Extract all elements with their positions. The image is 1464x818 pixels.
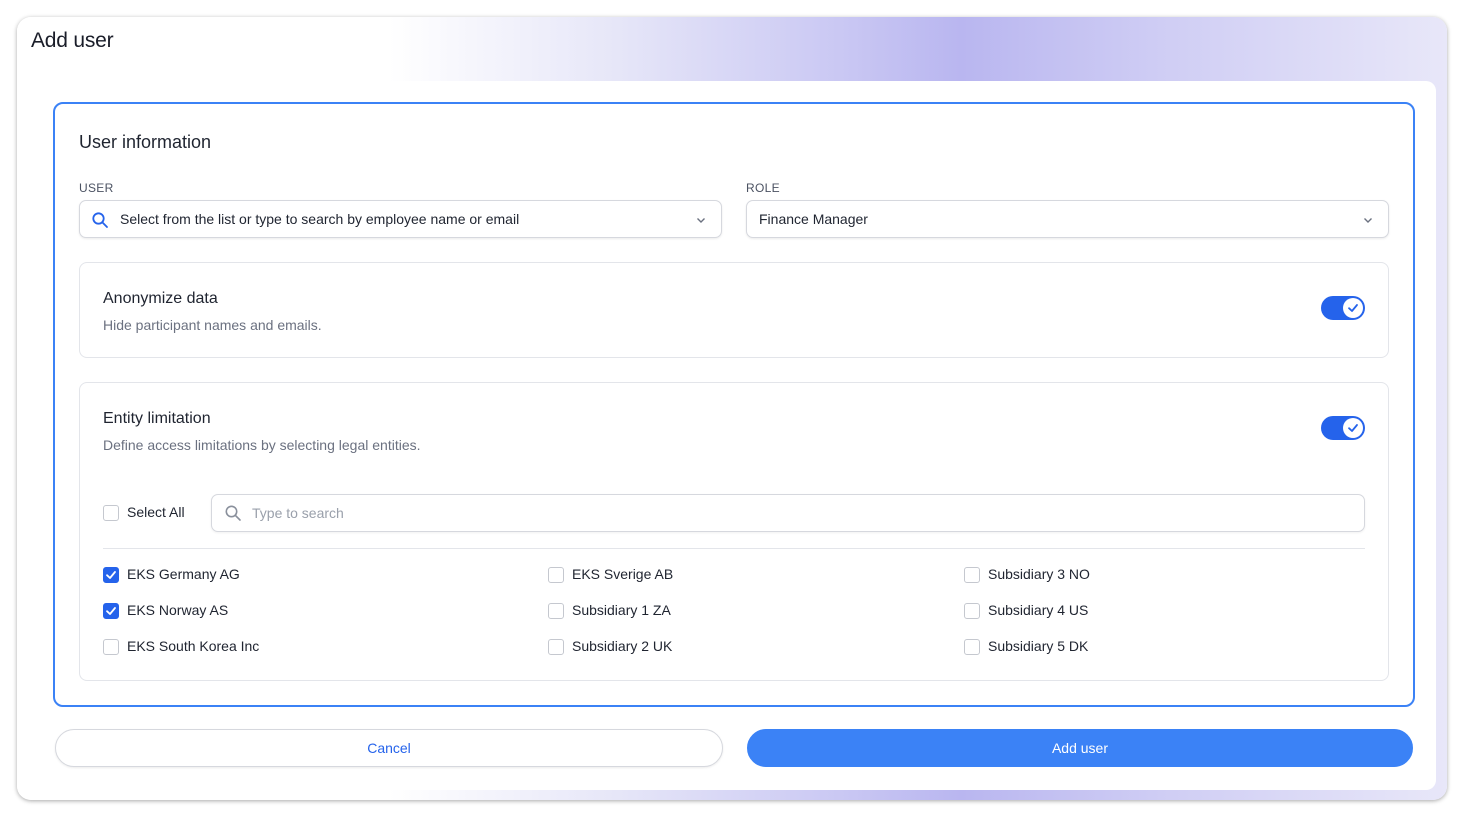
anonymize-data-title: Anonymize data xyxy=(103,290,218,307)
entity-search-box xyxy=(211,494,1365,532)
entity-search-input[interactable] xyxy=(252,503,1352,523)
entity-label: EKS Norway AS xyxy=(127,602,229,618)
entity-label: Subsidiary 1 ZA xyxy=(572,602,671,618)
entity-limitation-card: Entity limitation Define access limitati… xyxy=(79,382,1389,681)
entity-label: Subsidiary 2 UK xyxy=(572,638,673,654)
select-all-checkbox[interactable] xyxy=(103,505,119,521)
add-user-button[interactable]: Add user xyxy=(747,729,1413,767)
user-information-panel: User information USER Select from the li… xyxy=(53,102,1415,707)
entity-checkbox-subsidiary-5[interactable] xyxy=(964,639,980,655)
anonymize-data-card: Anonymize data Hide participant names an… xyxy=(79,262,1389,358)
entity-checkbox-eks-south-korea[interactable] xyxy=(103,639,119,655)
cancel-button[interactable]: Cancel xyxy=(55,729,723,767)
entity-limitation-toggle[interactable] xyxy=(1321,416,1365,440)
entity-limitation-title: Entity limitation xyxy=(103,410,211,427)
check-icon xyxy=(1343,418,1363,438)
entity-label: Subsidiary 4 US xyxy=(988,602,1089,618)
entity-checkbox-eks-norway[interactable] xyxy=(103,603,119,619)
role-field-label: ROLE xyxy=(746,181,780,195)
role-select[interactable]: Finance Manager xyxy=(746,200,1389,238)
check-icon xyxy=(106,607,116,615)
entity-label: EKS Germany AG xyxy=(127,566,240,582)
search-icon xyxy=(224,504,242,522)
entity-label: EKS South Korea Inc xyxy=(127,638,260,654)
search-icon xyxy=(91,211,109,229)
entity-checkbox-eks-germany[interactable] xyxy=(103,567,119,583)
role-select-value: Finance Manager xyxy=(759,211,868,227)
chevron-down-icon[interactable] xyxy=(695,213,707,225)
user-select[interactable]: Select from the list or type to search b… xyxy=(79,200,722,238)
section-title: User information xyxy=(79,132,212,152)
entity-limitation-description: Define access limitations by selecting l… xyxy=(103,437,421,453)
anonymize-data-toggle[interactable] xyxy=(1321,296,1365,320)
entity-checkbox-subsidiary-2[interactable] xyxy=(548,639,564,655)
chevron-down-icon[interactable] xyxy=(1362,213,1374,225)
entity-checkbox-subsidiary-3[interactable] xyxy=(964,567,980,583)
entity-checkbox-eks-sverige[interactable] xyxy=(548,567,564,583)
user-field-label: USER xyxy=(79,181,114,195)
entity-label: Subsidiary 5 DK xyxy=(988,638,1089,654)
divider xyxy=(103,548,1365,549)
add-user-modal: Add user User information USER Select fr… xyxy=(17,17,1447,800)
check-icon xyxy=(1343,298,1363,318)
entity-checkbox-subsidiary-1[interactable] xyxy=(548,603,564,619)
anonymize-data-description: Hide participant names and emails. xyxy=(103,317,322,333)
select-all-label: Select All xyxy=(127,504,185,520)
entity-label: Subsidiary 3 NO xyxy=(988,566,1090,582)
user-select-placeholder: Select from the list or type to search b… xyxy=(120,211,520,227)
entity-checkbox-subsidiary-4[interactable] xyxy=(964,603,980,619)
check-icon xyxy=(106,571,116,579)
entity-label: EKS Sverige AB xyxy=(572,566,674,582)
modal-title: Add user xyxy=(31,29,114,52)
modal-body: User information USER Select from the li… xyxy=(32,81,1436,790)
